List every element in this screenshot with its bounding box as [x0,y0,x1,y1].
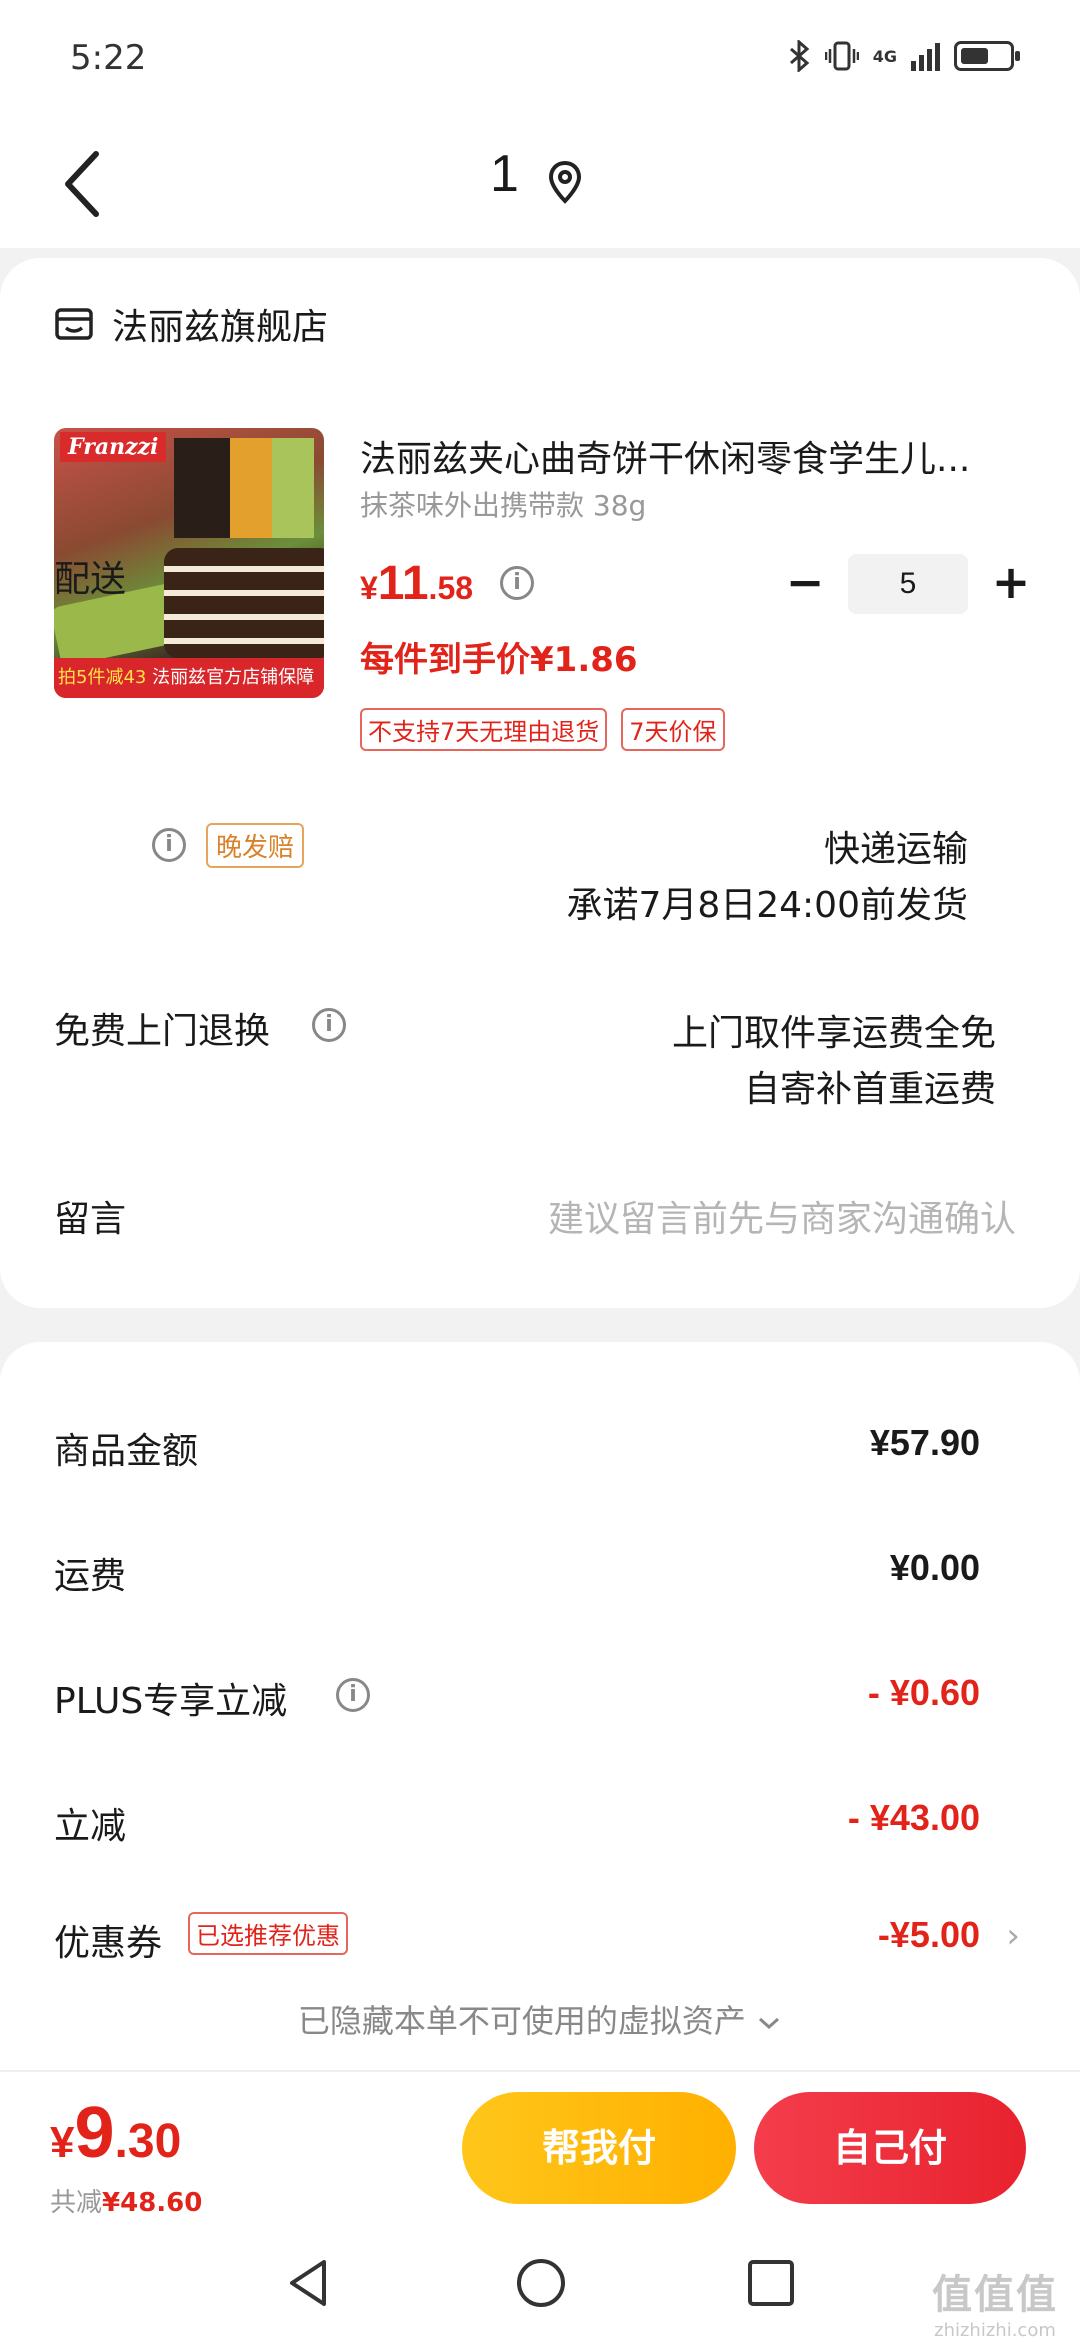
self-pay-button[interactable]: 自己付 [754,2092,1026,2204]
bluetooth-icon [789,40,810,72]
checkout-bar: ¥ 9 .30 共减¥48.60 帮我付 自己付 [0,2070,1080,2230]
help-pay-button[interactable]: 帮我付 [462,2092,736,2204]
network-type: 4G [872,46,897,66]
status-bar: 5:22 4G [0,0,1080,120]
instant-discount-value: - ¥43.00 [847,1797,980,1838]
nav-title: 1 [490,145,519,203]
watermark-mark: 值值值 [932,2272,1058,2318]
total-saved: 共减¥48.60 [50,2182,202,2219]
remark-input[interactable]: 建议留言前先与商家沟通确认 [548,1190,1016,1242]
total-saved-label: 共减 [50,2188,103,2218]
plus-info-icon[interactable]: i [336,1678,370,1712]
battery-icon [954,41,1020,71]
status-time: 5:22 [70,38,147,78]
instant-discount-label: 立减 [54,1806,127,1847]
goods-amount-label: 商品金额 [54,1431,199,1472]
goods-amount-value: ¥57.90 [869,1422,980,1463]
vibrate-icon [824,41,859,71]
nav-bar: 1 [0,120,1080,248]
watermark-text: zhizhizhi.com [934,2320,1056,2340]
nav-back-icon[interactable] [282,2256,336,2310]
system-nav-bar [0,2230,1080,2340]
back-icon[interactable] [56,144,116,224]
remark-row: 留言 建议留言前先与商家沟通确认 [0,258,1080,1308]
battery-level [961,48,988,64]
hidden-assets-text: 已隐藏本单不可使用的虚拟资产 [297,2002,746,2040]
remark-title: 留言 [54,1199,127,1240]
signal-icon [911,41,940,71]
nav-home-icon[interactable] [514,2256,568,2310]
coupon-recommended-tag: 已选推荐优惠 [188,1912,348,1955]
shipping-label: 运费 [54,1556,127,1597]
coupon-label[interactable]: 优惠券 [54,1914,162,1966]
status-icons: 4G [789,40,1020,72]
plus-discount-value: - ¥0.60 [867,1672,980,1713]
total-price: ¥ 9 .30 [50,2092,181,2174]
total-decimal: .30 [114,2115,182,2168]
plus-discount-label: PLUS专享立减 [54,1681,288,1722]
chevron-down-icon [759,2017,780,2030]
nav-recents-icon[interactable] [744,2256,798,2310]
hidden-assets-toggle[interactable]: 已隐藏本单不可使用的虚拟资产 [0,1996,1080,2042]
coupon-value[interactable]: -¥5.00 [878,1914,980,1956]
total-integer: 9 [74,2093,115,2173]
shipping-value: ¥0.00 [889,1547,980,1588]
total-saved-value: ¥48.60 [102,2188,203,2218]
total-symbol: ¥ [50,2118,75,2167]
coupon-chevron-icon[interactable]: › [1006,1916,1020,1956]
location-pin-icon[interactable] [548,160,582,204]
watermark: 值值值 zhizhizhi.com [932,2262,1058,2340]
